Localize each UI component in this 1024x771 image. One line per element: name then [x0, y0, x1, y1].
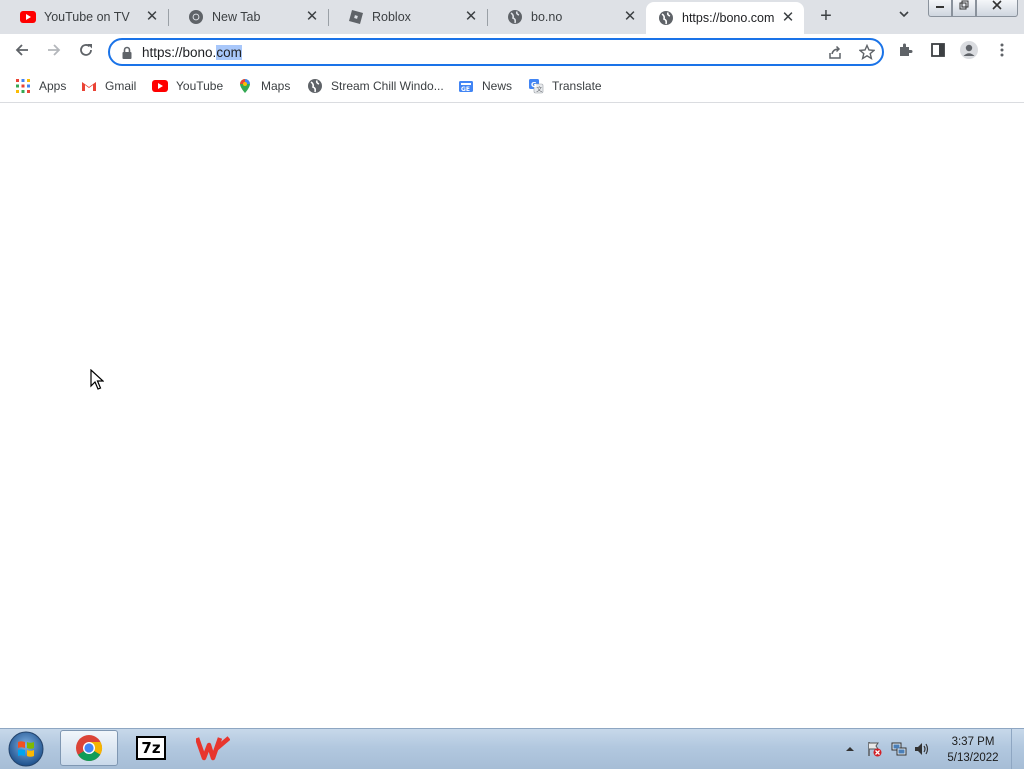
close-icon[interactable]: ✕ — [622, 9, 638, 25]
chrome-icon — [76, 735, 103, 761]
tab-title: New Tab — [212, 10, 261, 24]
back-button[interactable] — [10, 40, 34, 64]
apps-grid-icon — [15, 78, 31, 94]
mouse-cursor-icon — [90, 368, 105, 394]
arrow-left-icon — [15, 44, 28, 56]
show-desktop-button[interactable] — [1011, 729, 1024, 769]
translate-icon: G文 — [528, 78, 544, 94]
svg-text:GE: GE — [461, 86, 470, 93]
bookmark-apps[interactable]: Apps — [15, 77, 66, 95]
roblox-icon — [348, 9, 364, 25]
svg-text:文: 文 — [536, 86, 542, 94]
youtube-icon — [152, 78, 168, 94]
chevron-up-icon — [846, 747, 854, 751]
bookmark-maps[interactable]: Maps — [237, 77, 290, 95]
page-content — [0, 103, 1024, 728]
side-panel-icon — [931, 43, 945, 57]
bookmark-label: News — [482, 79, 513, 93]
taskbar-wps-office-button[interactable] — [184, 730, 242, 766]
gmail-icon — [81, 78, 97, 94]
arrow-right-icon — [48, 44, 61, 56]
volume-icon[interactable] — [914, 741, 930, 760]
menu-button[interactable] — [990, 40, 1014, 64]
close-icon[interactable]: ✕ — [780, 10, 796, 26]
bookmark-youtube[interactable]: YouTube — [152, 77, 223, 95]
clock-date: 5/13/2022 — [947, 752, 999, 764]
bookmark-label: Gmail — [105, 79, 137, 93]
tab-title: https://bono.com — [682, 11, 775, 25]
minimize-button[interactable] — [928, 0, 952, 17]
close-icon[interactable]: ✕ — [463, 9, 479, 25]
bookmarks-bar: Apps Gmail YouTube Maps Stream Chill Win… — [0, 70, 1024, 103]
tab-roblox[interactable]: Roblox ✕ — [328, 0, 487, 34]
share-icon[interactable] — [827, 45, 843, 64]
taskbar-chrome-button[interactable] — [60, 730, 118, 766]
reload-button[interactable] — [74, 40, 98, 64]
action-center-icon[interactable] — [866, 741, 882, 760]
close-icon[interactable]: ✕ — [144, 9, 160, 25]
tab-title: bo.no — [531, 10, 563, 24]
avatar-icon — [960, 41, 978, 59]
tab-strip: YouTube on TV ✕ New Tab ✕ Roblox ✕ bo.no… — [0, 0, 1024, 34]
window-close-button[interactable] — [976, 0, 1018, 17]
bookmark-stream-chill[interactable]: Stream Chill Windo... — [307, 77, 444, 95]
tab-youtube-on-tv[interactable]: YouTube on TV ✕ — [0, 0, 168, 34]
bookmark-label: Maps — [261, 79, 291, 93]
bookmark-label: YouTube — [176, 79, 224, 93]
bookmark-label: Translate — [552, 79, 602, 93]
browser-toolbar: https://bono.com — [0, 34, 1024, 70]
restore-button[interactable] — [952, 0, 976, 17]
lock-icon[interactable] — [121, 46, 133, 63]
bookmark-news[interactable]: GE News — [458, 77, 512, 95]
news-icon: GE — [458, 78, 474, 94]
7zip-icon: 7z — [136, 736, 166, 760]
chrome-icon — [188, 9, 204, 25]
taskbar-7zip-button[interactable]: 7z — [122, 730, 180, 766]
bookmark-label: Stream Chill Windo... — [331, 79, 444, 93]
profile-button[interactable] — [957, 40, 981, 64]
system-clock[interactable]: 3:37 PM 5/13/2022 — [940, 734, 1006, 766]
close-icon[interactable]: ✕ — [304, 9, 320, 25]
side-panel-button[interactable] — [926, 40, 950, 64]
url-text[interactable]: https://bono.com — [142, 45, 242, 60]
tab-title: YouTube on TV — [44, 10, 130, 24]
kebab-menu-icon — [1000, 43, 1004, 57]
url-selection: com — [216, 45, 242, 60]
tab-new-tab[interactable]: New Tab ✕ — [168, 0, 328, 34]
tab-bono-com[interactable]: https://bono.com ✕ — [646, 2, 804, 34]
address-bar[interactable]: https://bono.com — [108, 38, 884, 66]
tab-title: Roblox — [372, 10, 411, 24]
taskbar: 7z 3:37 PM 5/13/2022 — [0, 728, 1024, 769]
globe-icon — [507, 9, 523, 25]
7zip-label: 7z — [141, 739, 161, 757]
extensions-button[interactable] — [894, 40, 918, 64]
reload-icon — [80, 44, 92, 56]
globe-icon — [307, 78, 323, 94]
wps-office-icon — [196, 736, 230, 761]
globe-icon — [658, 10, 674, 26]
show-hidden-icons-button[interactable] — [845, 743, 855, 753]
puzzle-icon — [900, 43, 913, 56]
youtube-icon — [20, 9, 36, 25]
start-button[interactable] — [6, 730, 46, 768]
clock-time: 3:37 PM — [951, 736, 995, 748]
bookmark-label: Apps — [39, 79, 67, 93]
tab-bo-no[interactable]: bo.no ✕ — [487, 0, 646, 34]
maps-icon — [237, 78, 253, 94]
bookmark-translate[interactable]: G文 Translate — [528, 77, 602, 95]
network-icon[interactable] — [891, 741, 907, 760]
url-prefix: https://bono. — [142, 45, 217, 60]
chevron-down-icon[interactable] — [895, 8, 913, 26]
bookmark-star-icon[interactable] — [858, 43, 876, 63]
forward-button[interactable] — [42, 40, 66, 64]
new-tab-button[interactable]: + — [815, 6, 837, 28]
windows-start-orb-icon — [8, 731, 44, 767]
bookmark-gmail[interactable]: Gmail — [81, 77, 136, 95]
